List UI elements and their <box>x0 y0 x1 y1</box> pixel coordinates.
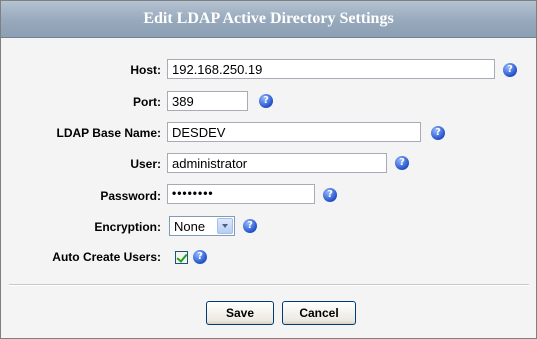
host-help-icon[interactable]: ? <box>503 63 517 77</box>
auto-create-help-icon[interactable]: ? <box>193 250 207 264</box>
encryption-label: Encryption: <box>94 220 161 234</box>
port-help-icon[interactable]: ? <box>259 94 273 108</box>
user-input[interactable]: administrator <box>167 153 387 173</box>
host-input[interactable]: 192.168.250.19 <box>167 59 495 79</box>
form-divider <box>9 284 529 286</box>
password-input[interactable]: •••••••• <box>167 184 315 204</box>
port-label: Port: <box>133 95 161 109</box>
encryption-selected-value: None <box>174 219 206 234</box>
chevron-down-icon[interactable] <box>217 218 233 234</box>
password-label: Password: <box>100 189 161 203</box>
dialog-title: Edit LDAP Active Directory Settings <box>1 1 536 38</box>
base-name-help-icon[interactable]: ? <box>431 126 445 140</box>
port-input[interactable]: 389 <box>167 91 248 111</box>
save-button[interactable]: Save <box>206 301 274 325</box>
base-name-input[interactable]: DESDEV <box>167 122 421 142</box>
user-label: User: <box>130 157 161 171</box>
encryption-help-icon[interactable]: ? <box>243 219 257 233</box>
encryption-select[interactable]: None <box>169 216 235 236</box>
password-help-icon[interactable]: ? <box>323 188 337 202</box>
base-name-label: LDAP Base Name: <box>56 126 161 140</box>
cancel-button[interactable]: Cancel <box>282 301 356 325</box>
host-label: Host: <box>130 63 161 77</box>
auto-create-label: Auto Create Users: <box>52 250 161 264</box>
auto-create-checkbox[interactable] <box>175 251 188 264</box>
user-help-icon[interactable]: ? <box>395 156 409 170</box>
ldap-settings-dialog: Edit LDAP Active Directory Settings Host… <box>0 0 537 339</box>
